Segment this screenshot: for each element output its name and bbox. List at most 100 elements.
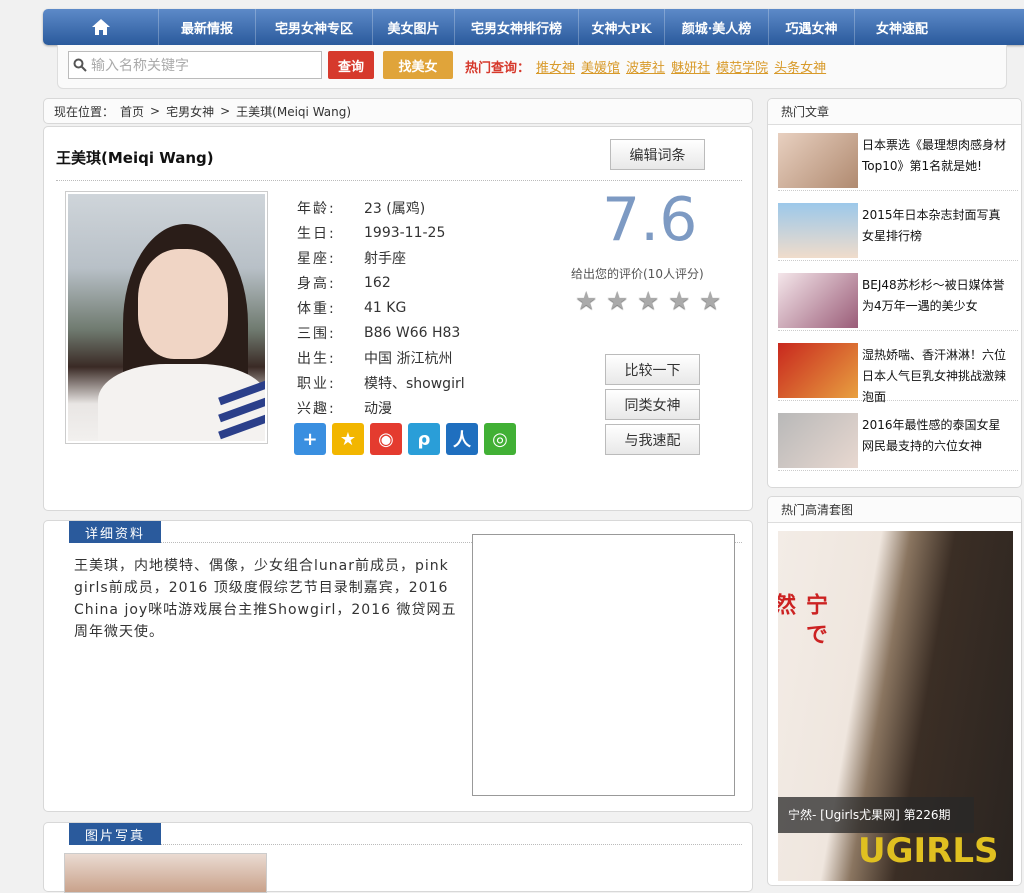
photos-panel: 图片写真 <box>43 822 753 893</box>
info-label: 年龄: <box>297 200 336 217</box>
qzone-share-icon[interactable]: ★ <box>332 423 364 455</box>
star-icon[interactable]: ★ <box>668 288 692 313</box>
gallery-caption[interactable]: 宁然- [Ugirls尤果网] 第226期 <box>778 797 974 833</box>
match-me-button[interactable]: 与我速配 <box>605 424 700 455</box>
article-title[interactable]: 2015年日本杂志封面写真女星排行榜 <box>862 205 1012 247</box>
gallery-logo: UGIRLS <box>858 831 999 871</box>
info-value: 中国 浙江杭州 <box>364 350 453 367</box>
similar-goddess-button[interactable]: 同类女神 <box>605 389 700 420</box>
find-beauty-button[interactable]: 找美女 <box>383 51 453 79</box>
article-title[interactable]: 日本票选《最理想肉感身材Top10》第1名就是她! <box>862 135 1012 177</box>
search-input[interactable]: 输入名称关键字 <box>68 51 322 79</box>
gallery-cover[interactable]: 宁 で 然 宁然- [Ugirls尤果网] 第226期 UGIRLS <box>778 531 1013 881</box>
info-row-age: 年龄: 23 (属鸡) <box>297 195 465 220</box>
breadcrumb-home[interactable]: 首页 <box>120 103 144 120</box>
hot-gallery-title: 热门高清套图 <box>768 497 1021 523</box>
article-thumbnail[interactable] <box>778 203 858 258</box>
wechat-share-icon[interactable]: ◎ <box>484 423 516 455</box>
hot-link-meiyanshe[interactable]: 魅妍社 <box>671 57 710 76</box>
info-value: 射手座 <box>364 250 406 267</box>
divider <box>161 844 742 845</box>
info-label: 星座: <box>297 250 336 267</box>
share-icons: + ★ ◉ ρ 人 ◎ <box>294 423 516 455</box>
detail-panel: 详细资料 王美琪，内地模特、偶像，少女组合lunar前成员，pink girls… <box>43 520 753 812</box>
hot-link-mofanxueyuan[interactable]: 模范学院 <box>716 57 768 76</box>
article-item[interactable]: BEJ48苏杉杉～被日媒体誉为4万年一遇的美少女 <box>778 269 1018 331</box>
article-title[interactable]: 2016年最性感的泰国女星 网民最支持的六位女神 <box>862 415 1012 457</box>
rating-note: 给出您的评价(10人评分) <box>571 267 704 281</box>
article-thumbnail[interactable] <box>778 343 858 398</box>
home-icon <box>91 19 110 35</box>
info-label: 三围: <box>297 325 336 342</box>
hot-link-meiyuanguan[interactable]: 美媛馆 <box>581 57 620 76</box>
info-value: 1993-11-25 <box>364 224 446 241</box>
info-value: B86 W66 H83 <box>364 324 461 341</box>
nav-item-goddess-zone[interactable]: 宅男女神专区 <box>255 9 372 45</box>
hot-link-toutiaonvshen[interactable]: 头条女神 <box>774 57 826 76</box>
hot-link-boluoshe[interactable]: 波萝社 <box>626 57 665 76</box>
info-label: 职业: <box>297 375 336 392</box>
profile-panel: 王美琪(Meiqi Wang) 编辑词条 年龄: 23 (属鸡) 生日: 1993-… <box>43 126 753 511</box>
info-row-birthplace: 出生: 中国 浙江杭州 <box>297 345 465 370</box>
star-icon[interactable]: ★ <box>699 288 723 313</box>
hot-articles-title: 热门文章 <box>768 99 1021 125</box>
renren-share-icon[interactable]: 人 <box>446 423 478 455</box>
hot-gallery-panel: 热门高清套图 宁 で 然 宁然- [Ugirls尤果网] 第226期 UGIRL… <box>767 496 1022 886</box>
nav-item-latest[interactable]: 最新情报 <box>158 9 255 45</box>
query-button[interactable]: 查询 <box>328 51 374 79</box>
star-icon[interactable]: ★ <box>575 288 599 313</box>
photo-thumbnail[interactable] <box>64 853 267 893</box>
nav-item-beauty-list[interactable]: 颜城·美人榜 <box>664 9 768 45</box>
gallery-cover-text: 宁 で 然 <box>778 593 827 645</box>
info-value: 动漫 <box>364 400 392 417</box>
info-row-weight: 体重: 41 KG <box>297 295 465 320</box>
home-button[interactable] <box>43 9 158 45</box>
info-label: 出生: <box>297 350 336 367</box>
profile-photo[interactable] <box>65 191 268 444</box>
divider <box>56 180 742 181</box>
nav-item-photos[interactable]: 美女图片 <box>372 9 454 45</box>
nav-item-ranking[interactable]: 宅男女神排行榜 <box>454 9 578 45</box>
compare-button[interactable]: 比较一下 <box>605 354 700 385</box>
info-row-zodiac: 星座: 射手座 <box>297 245 465 270</box>
info-value: 41 KG <box>364 299 407 316</box>
detail-tab: 详细资料 <box>69 521 161 543</box>
info-value: 23 (属鸡) <box>364 200 426 217</box>
nav-item-match[interactable]: 女神速配 <box>854 9 949 45</box>
search-placeholder: 输入名称关键字 <box>91 58 189 74</box>
info-row-height: 身高: 162 <box>297 270 465 295</box>
star-icon[interactable]: ★ <box>606 288 630 313</box>
article-thumbnail[interactable] <box>778 133 858 188</box>
info-label: 兴趣: <box>297 400 336 417</box>
main-nav: 最新情报 宅男女神专区 美女图片 宅男女神排行榜 女神大PK 颜城·美人榜 巧遇… <box>43 9 1024 45</box>
profile-name: 王美琪(Meiqi Wang) <box>56 149 214 167</box>
plus-share-icon[interactable]: + <box>294 423 326 455</box>
info-label: 体重: <box>297 300 336 317</box>
article-item[interactable]: 湿热娇喘、香汗淋淋！六位日本人气巨乳女神挑战激辣泡面 <box>778 339 1018 404</box>
hot-articles-panel: 热门文章 日本票选《最理想肉感身材Top10》第1名就是她! 2015年日本杂志… <box>767 98 1022 488</box>
info-label: 身高: <box>297 275 336 292</box>
nav-item-pk[interactable]: 女神大PK <box>578 9 664 45</box>
star-icon[interactable]: ★ <box>637 288 661 313</box>
breadcrumb-prefix: 现在位置： <box>54 104 115 119</box>
hot-link-tuinvshen[interactable]: 推女神 <box>536 57 575 76</box>
article-item[interactable]: 日本票选《最理想肉感身材Top10》第1名就是她! <box>778 129 1018 191</box>
article-title[interactable]: BEJ48苏杉杉～被日媒体誉为4万年一遇的美少女 <box>862 275 1012 317</box>
article-thumbnail[interactable] <box>778 413 858 468</box>
info-value: 162 <box>364 274 391 291</box>
article-item[interactable]: 2015年日本杂志封面写真女星排行榜 <box>778 199 1018 261</box>
photos-tab: 图片写真 <box>69 823 161 845</box>
profile-photo-image <box>68 194 265 441</box>
article-title[interactable]: 湿热娇喘、香汗淋淋！六位日本人气巨乳女神挑战激辣泡面 <box>862 345 1012 408</box>
search-icon <box>73 58 87 72</box>
weibo-share-icon[interactable]: ◉ <box>370 423 402 455</box>
tencent-weibo-share-icon[interactable]: ρ <box>408 423 440 455</box>
article-item[interactable]: 2016年最性感的泰国女星 网民最支持的六位女神 <box>778 409 1018 471</box>
info-row-measurements: 三围: B86 W66 H83 <box>297 320 465 345</box>
breadcrumb-category[interactable]: 宅男女神 <box>166 103 214 120</box>
article-thumbnail[interactable] <box>778 273 858 328</box>
info-row-interests: 兴趣: 动漫 <box>297 395 465 420</box>
edit-entry-button[interactable]: 编辑词条 <box>610 139 705 170</box>
nav-item-encounter[interactable]: 巧遇女神 <box>768 9 854 45</box>
breadcrumb-sep: > <box>220 104 231 118</box>
